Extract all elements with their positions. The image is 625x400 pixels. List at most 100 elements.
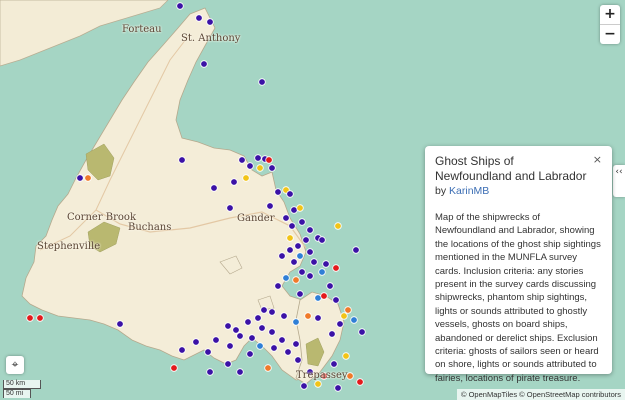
ship-marker-indigo[interactable] xyxy=(210,184,218,192)
ship-marker-orange[interactable] xyxy=(84,174,92,182)
ship-marker-indigo[interactable] xyxy=(328,330,336,338)
ship-marker-indigo[interactable] xyxy=(306,272,314,280)
zoom-out-button[interactable]: − xyxy=(600,24,620,44)
ship-marker-yellow[interactable] xyxy=(314,380,322,388)
ship-marker-yellow[interactable] xyxy=(242,174,250,182)
ship-marker-indigo[interactable] xyxy=(280,312,288,320)
ship-marker-indigo[interactable] xyxy=(298,218,306,226)
locate-icon[interactable]: ⌖ xyxy=(6,356,24,374)
ship-marker-orange[interactable] xyxy=(292,276,300,284)
ship-marker-indigo[interactable] xyxy=(200,60,208,68)
ship-marker-indigo[interactable] xyxy=(244,318,252,326)
ship-marker-red[interactable] xyxy=(170,364,178,372)
ship-marker-indigo[interactable] xyxy=(270,344,278,352)
ship-marker-indigo[interactable] xyxy=(192,338,200,346)
ship-marker-indigo[interactable] xyxy=(178,156,186,164)
ship-marker-red[interactable] xyxy=(320,292,328,300)
ship-marker-indigo[interactable] xyxy=(266,202,274,210)
ship-marker-yellow[interactable] xyxy=(296,204,304,212)
ship-marker-red[interactable] xyxy=(332,264,340,272)
ship-marker-indigo[interactable] xyxy=(310,258,318,266)
ship-marker-indigo[interactable] xyxy=(206,18,214,26)
close-icon[interactable]: × xyxy=(593,153,602,166)
ship-marker-red[interactable] xyxy=(36,314,44,322)
ship-marker-indigo[interactable] xyxy=(326,282,334,290)
ship-marker-indigo[interactable] xyxy=(306,248,314,256)
ship-marker-indigo[interactable] xyxy=(226,204,234,212)
ship-marker-indigo[interactable] xyxy=(298,268,306,276)
ship-marker-indigo[interactable] xyxy=(176,2,184,10)
ship-marker-blue[interactable] xyxy=(314,294,322,302)
ship-marker-indigo[interactable] xyxy=(238,156,246,164)
ship-marker-red[interactable] xyxy=(26,314,34,322)
panel-collapse-button[interactable]: ‹‹ xyxy=(613,165,625,197)
ship-marker-orange[interactable] xyxy=(264,364,272,372)
ship-marker-indigo[interactable] xyxy=(300,382,308,390)
ship-marker-indigo[interactable] xyxy=(274,282,282,290)
ship-marker-indigo[interactable] xyxy=(206,368,214,376)
ship-marker-indigo[interactable] xyxy=(260,306,268,314)
ship-marker-orange[interactable] xyxy=(304,312,312,320)
ship-marker-indigo[interactable] xyxy=(330,360,338,368)
ship-marker-indigo[interactable] xyxy=(306,226,314,234)
ship-marker-blue[interactable] xyxy=(318,268,326,276)
ship-marker-blue[interactable] xyxy=(292,318,300,326)
ship-marker-indigo[interactable] xyxy=(268,328,276,336)
ship-marker-blue[interactable] xyxy=(256,342,264,350)
ship-marker-indigo[interactable] xyxy=(334,384,342,392)
ship-marker-blue[interactable] xyxy=(282,274,290,282)
ship-marker-yellow[interactable] xyxy=(334,222,342,230)
ship-marker-red[interactable] xyxy=(356,378,364,386)
ship-marker-indigo[interactable] xyxy=(236,368,244,376)
ship-marker-indigo[interactable] xyxy=(268,164,276,172)
ship-marker-indigo[interactable] xyxy=(254,154,262,162)
ship-marker-orange[interactable] xyxy=(344,306,352,314)
ship-marker-indigo[interactable] xyxy=(336,320,344,328)
ship-marker-yellow[interactable] xyxy=(256,164,264,172)
ship-marker-blue[interactable] xyxy=(296,252,304,260)
ship-marker-indigo[interactable] xyxy=(278,252,286,260)
ship-marker-indigo[interactable] xyxy=(290,206,298,214)
ship-marker-indigo[interactable] xyxy=(224,360,232,368)
ship-marker-indigo[interactable] xyxy=(282,214,290,222)
ship-marker-indigo[interactable] xyxy=(178,346,186,354)
ship-marker-indigo[interactable] xyxy=(236,332,244,340)
ship-marker-indigo[interactable] xyxy=(258,78,266,86)
ship-marker-indigo[interactable] xyxy=(232,326,240,334)
ship-marker-indigo[interactable] xyxy=(314,314,322,322)
ship-marker-indigo[interactable] xyxy=(294,356,302,364)
ship-marker-blue[interactable] xyxy=(350,316,358,324)
ship-marker-indigo[interactable] xyxy=(224,322,232,330)
ship-marker-indigo[interactable] xyxy=(352,246,360,254)
ship-marker-indigo[interactable] xyxy=(292,340,300,348)
ship-marker-indigo[interactable] xyxy=(254,314,262,322)
ship-marker-indigo[interactable] xyxy=(76,174,84,182)
ship-marker-indigo[interactable] xyxy=(230,178,238,186)
zoom-in-button[interactable]: + xyxy=(600,5,620,24)
ship-marker-indigo[interactable] xyxy=(286,246,294,254)
ship-marker-indigo[interactable] xyxy=(195,14,203,22)
ship-marker-red[interactable] xyxy=(265,156,273,164)
ship-marker-indigo[interactable] xyxy=(258,324,266,332)
ship-marker-indigo[interactable] xyxy=(226,342,234,350)
ship-marker-indigo[interactable] xyxy=(302,236,310,244)
author-link[interactable]: KarinMB xyxy=(449,185,489,197)
ship-marker-indigo[interactable] xyxy=(286,190,294,198)
ship-marker-indigo[interactable] xyxy=(322,260,330,268)
ship-marker-indigo[interactable] xyxy=(294,242,302,250)
ship-marker-indigo[interactable] xyxy=(284,348,292,356)
ship-marker-indigo[interactable] xyxy=(290,258,298,266)
ship-marker-indigo[interactable] xyxy=(332,296,340,304)
ship-marker-indigo[interactable] xyxy=(278,336,286,344)
ship-marker-yellow[interactable] xyxy=(342,352,350,360)
ship-marker-indigo[interactable] xyxy=(296,290,304,298)
ship-marker-indigo[interactable] xyxy=(288,222,296,230)
ship-marker-yellow[interactable] xyxy=(340,312,348,320)
ship-marker-indigo[interactable] xyxy=(212,336,220,344)
ship-marker-yellow[interactable] xyxy=(286,234,294,242)
ship-marker-indigo[interactable] xyxy=(116,320,124,328)
ship-marker-indigo[interactable] xyxy=(268,308,276,316)
ship-marker-indigo[interactable] xyxy=(248,334,256,342)
ship-marker-indigo[interactable] xyxy=(318,236,326,244)
ship-marker-indigo[interactable] xyxy=(246,162,254,170)
